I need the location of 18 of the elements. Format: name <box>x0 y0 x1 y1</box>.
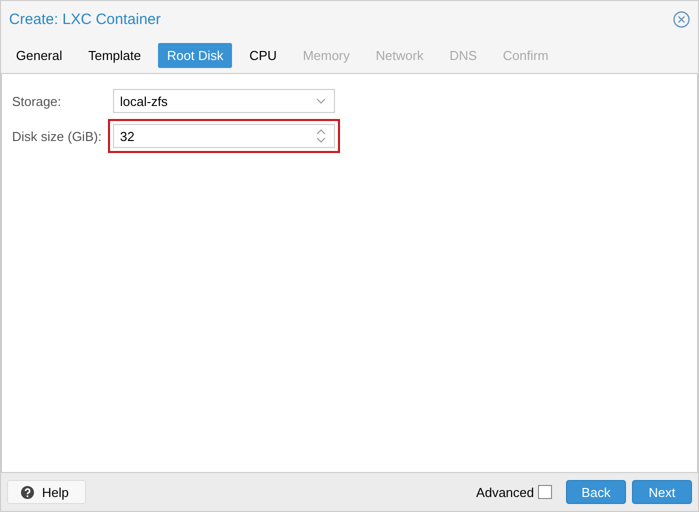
storage-dropdown[interactable]: local-zfs <box>113 89 335 113</box>
tab[interactable]: Root Disk <box>158 42 232 68</box>
window-title: Create: LXC Container <box>9 10 161 28</box>
field-label: Disk size (GiB): <box>12 128 103 144</box>
tab[interactable]: General <box>7 42 72 68</box>
spinner-arrows-icon[interactable] <box>316 128 326 144</box>
close-icon[interactable] <box>673 10 690 28</box>
advanced-checkbox[interactable] <box>538 485 552 499</box>
advanced-label: Advanced <box>476 484 534 500</box>
tab[interactable]: CPU <box>240 42 286 68</box>
tab[interactable]: Template <box>79 42 150 68</box>
chevron-down-icon <box>316 98 326 104</box>
help-button[interactable]: Help <box>7 480 86 504</box>
nav-button[interactable]: Back <box>566 480 626 504</box>
help-icon <box>21 486 34 498</box>
nav-button[interactable]: Next <box>632 480 692 504</box>
number-field[interactable]: 32 <box>113 124 335 148</box>
field-label: Storage: <box>12 94 62 108</box>
